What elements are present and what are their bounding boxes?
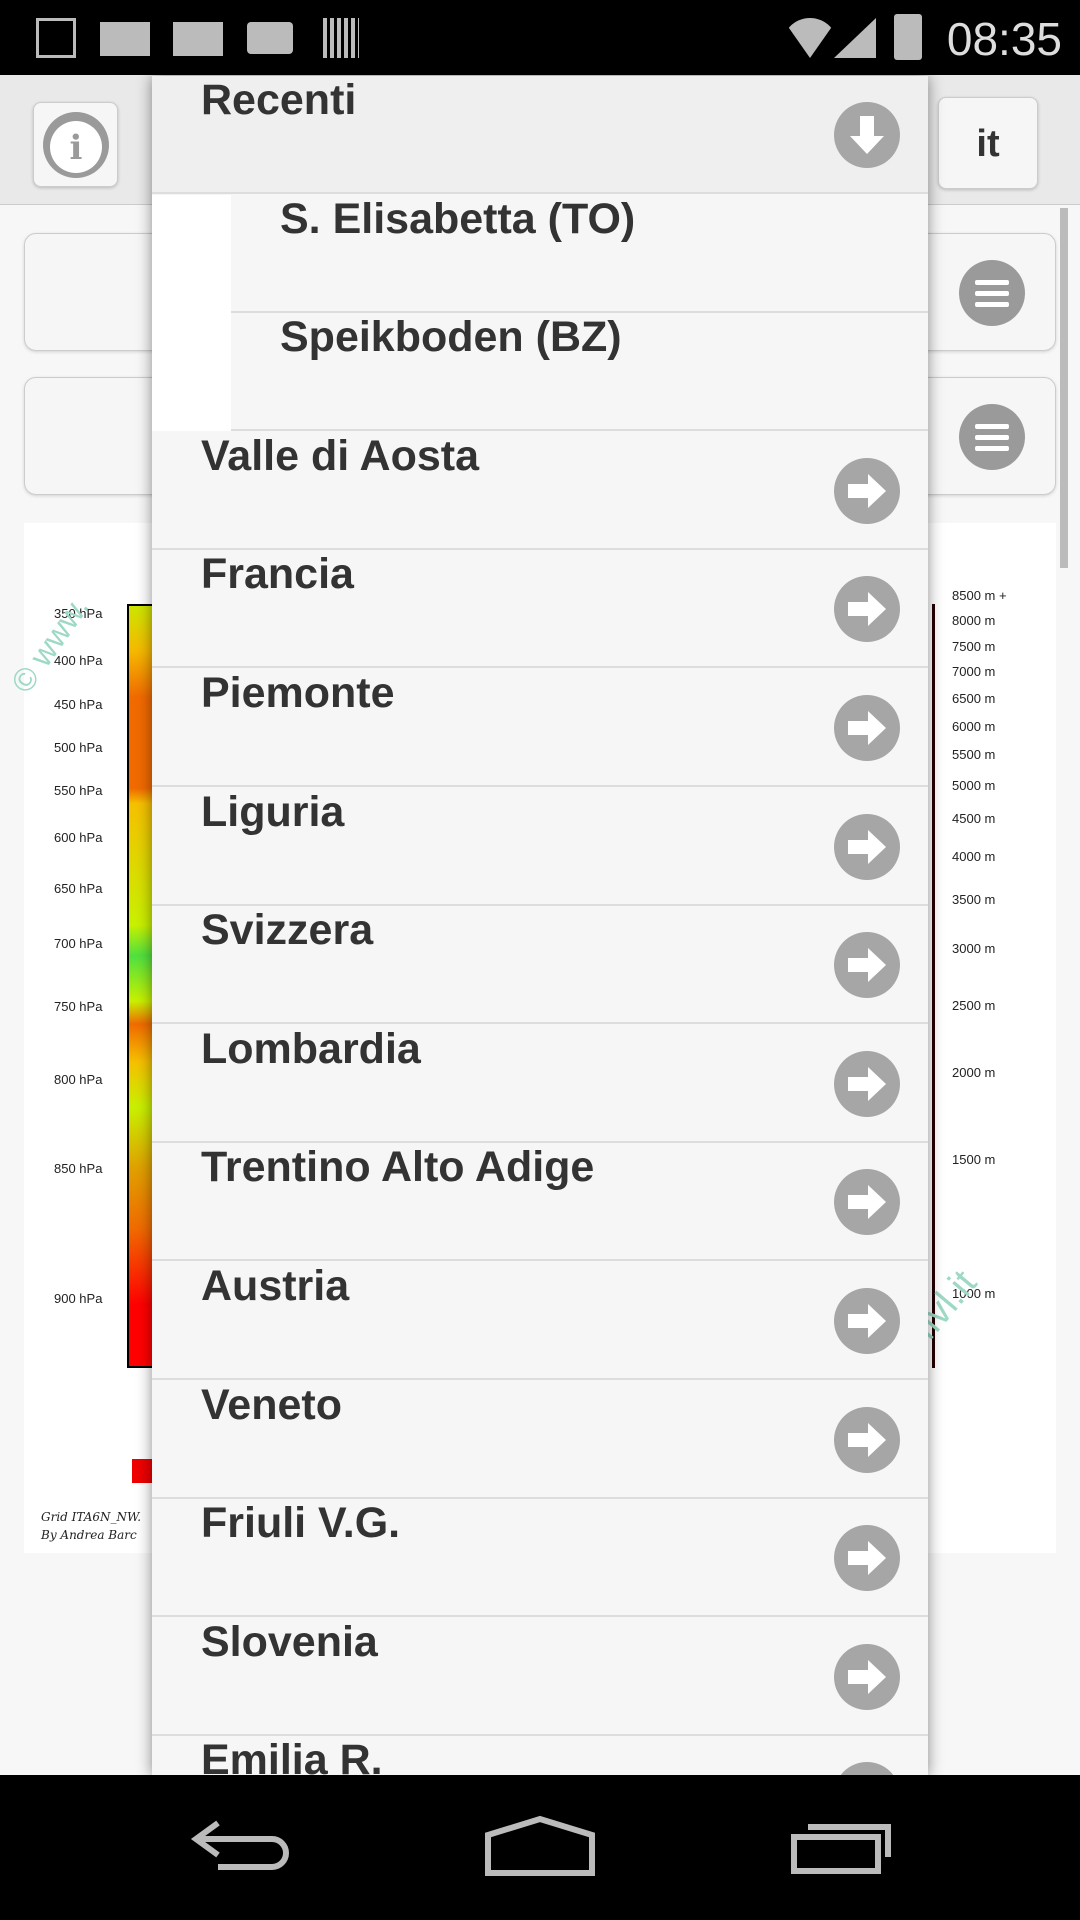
mail-icon [173, 22, 223, 56]
altitude-label: 8500 m + [952, 588, 1007, 603]
region-item-label: Liguria [201, 787, 345, 836]
region-item[interactable]: Lombardia [152, 1024, 928, 1143]
region-item-label: Piemonte [201, 669, 395, 717]
pressure-label: 650 hPa [54, 881, 103, 896]
altitude-label: 5500 m [952, 747, 996, 762]
arrow-right-circle-icon [834, 1643, 900, 1710]
altitude-label: 3500 m [952, 892, 996, 907]
altitude-label: 6500 m [952, 691, 996, 706]
wifi-icon [782, 18, 838, 58]
chart-footer: Grid ITA6N_NW. By Andrea Barc [41, 1508, 141, 1544]
region-item-label: Slovenia [201, 1617, 378, 1666]
arrow-right-circle-icon [834, 1169, 900, 1236]
arrow-right-circle-icon [834, 1406, 900, 1473]
pressure-label: 600 hPa [54, 830, 103, 845]
arrow-right-circle-icon [834, 1050, 900, 1117]
grid-label: Grid ITA6N_NW. [41, 1510, 142, 1524]
altitude-label: 4000 m [952, 849, 996, 864]
region-item[interactable]: Francia [152, 550, 928, 669]
recent-item[interactable]: Speikboden (BZ) [152, 313, 928, 432]
region-item[interactable]: Slovenia [152, 1617, 928, 1736]
region-item-label: Svizzera [201, 906, 374, 955]
region-item[interactable]: Piemonte [152, 669, 928, 787]
region-item-label: Trentino Alto Adige [201, 1143, 595, 1192]
home-icon[interactable] [484, 1815, 596, 1877]
back-icon[interactable] [188, 1815, 294, 1875]
signal-icon [834, 18, 876, 58]
region-item-label: Lombardia [201, 1024, 421, 1073]
altitude-label: 4500 m [952, 811, 996, 826]
arrow-right-circle-icon [834, 813, 900, 880]
region-item-label: Veneto [201, 1380, 342, 1429]
recent-item-body: Speikboden (BZ) [231, 313, 928, 432]
clock: 08:35 [946, 13, 1062, 65]
arrow-right-circle-icon [834, 457, 900, 524]
region-item[interactable]: Liguria [152, 787, 928, 906]
arrow-down-circle-icon [834, 102, 900, 168]
pressure-label: 550 hPa [54, 783, 103, 798]
region-item[interactable]: Trentino Alto Adige [152, 1143, 928, 1262]
recent-item-label: Speikboden (BZ) [280, 313, 622, 362]
pressure-label: 900 hPa [54, 1291, 103, 1306]
recent-header-label: Recenti [201, 76, 357, 124]
image-icon [36, 18, 76, 58]
region-dropdown: Recenti S. Elisabetta (TO) Speikboden (BZ… [152, 76, 928, 1776]
menu-icon[interactable] [959, 404, 1025, 470]
pressure-label: 450 hPa [54, 697, 103, 712]
pressure-label: 700 hPa [54, 936, 103, 951]
pressure-label: 800 hPa [54, 1072, 103, 1087]
region-item-label: Friuli V.G. [201, 1499, 401, 1548]
arrow-right-circle-icon [834, 932, 900, 999]
author-label: By Andrea Barc [41, 1528, 137, 1542]
altitude-label: 7500 m [952, 639, 996, 654]
info-button[interactable]: i [33, 102, 118, 187]
arrow-right-circle-icon [834, 695, 900, 761]
mail-icon [100, 22, 150, 56]
menu-icon[interactable] [959, 260, 1025, 326]
region-item[interactable]: Austria [152, 1262, 928, 1380]
region-item[interactable]: Friuli V.G. [152, 1499, 928, 1618]
arrow-right-circle-icon [834, 1288, 900, 1354]
region-item[interactable]: Valle di Aosta [152, 431, 928, 550]
pressure-label: 750 hPa [54, 999, 103, 1014]
altitude-label: 2500 m [952, 998, 996, 1013]
camera-icon [247, 22, 293, 54]
watermark: © www. [3, 589, 96, 700]
recent-item[interactable]: S. Elisabetta (TO) [152, 194, 928, 313]
region-item-label: Austria [201, 1262, 350, 1310]
region-item-label: Francia [201, 550, 354, 599]
info-icon: i [43, 112, 109, 178]
barcode-icon [323, 18, 359, 58]
region-item-label: Emilia R. [201, 1736, 383, 1776]
scrollbar[interactable] [1060, 208, 1068, 568]
region-item-label: Valle di Aosta [201, 431, 480, 480]
altitude-label: 3000 m [952, 941, 996, 956]
language-button[interactable]: it [938, 97, 1038, 189]
recent-header[interactable]: Recenti [152, 76, 928, 194]
altitude-label: 6000 m [952, 719, 996, 734]
navigation-bar [0, 1775, 1080, 1920]
altitude-axis [932, 604, 935, 1368]
battery-icon [894, 14, 922, 60]
altitude-label: 7000 m [952, 664, 996, 679]
arrow-right-circle-icon [834, 576, 900, 643]
recent-item-body: S. Elisabetta (TO) [231, 194, 928, 313]
pressure-label: 500 hPa [54, 740, 103, 755]
region-item[interactable]: Svizzera [152, 906, 928, 1025]
arrow-right-circle-icon [834, 1762, 900, 1776]
recent-item-label: S. Elisabetta (TO) [280, 194, 636, 243]
arrow-right-circle-icon [834, 1525, 900, 1592]
recent-apps-icon[interactable] [790, 1815, 896, 1875]
region-item[interactable]: Veneto [152, 1380, 928, 1499]
region-item[interactable]: Emilia R. [152, 1736, 928, 1776]
altitude-label: 8000 m [952, 613, 996, 628]
pressure-label: 850 hPa [54, 1161, 103, 1176]
altitude-label: 2000 m [952, 1065, 996, 1080]
altitude-label: 1500 m [952, 1152, 996, 1167]
status-bar: 08:35 [0, 0, 1080, 75]
altitude-label: 5000 m [952, 778, 996, 793]
